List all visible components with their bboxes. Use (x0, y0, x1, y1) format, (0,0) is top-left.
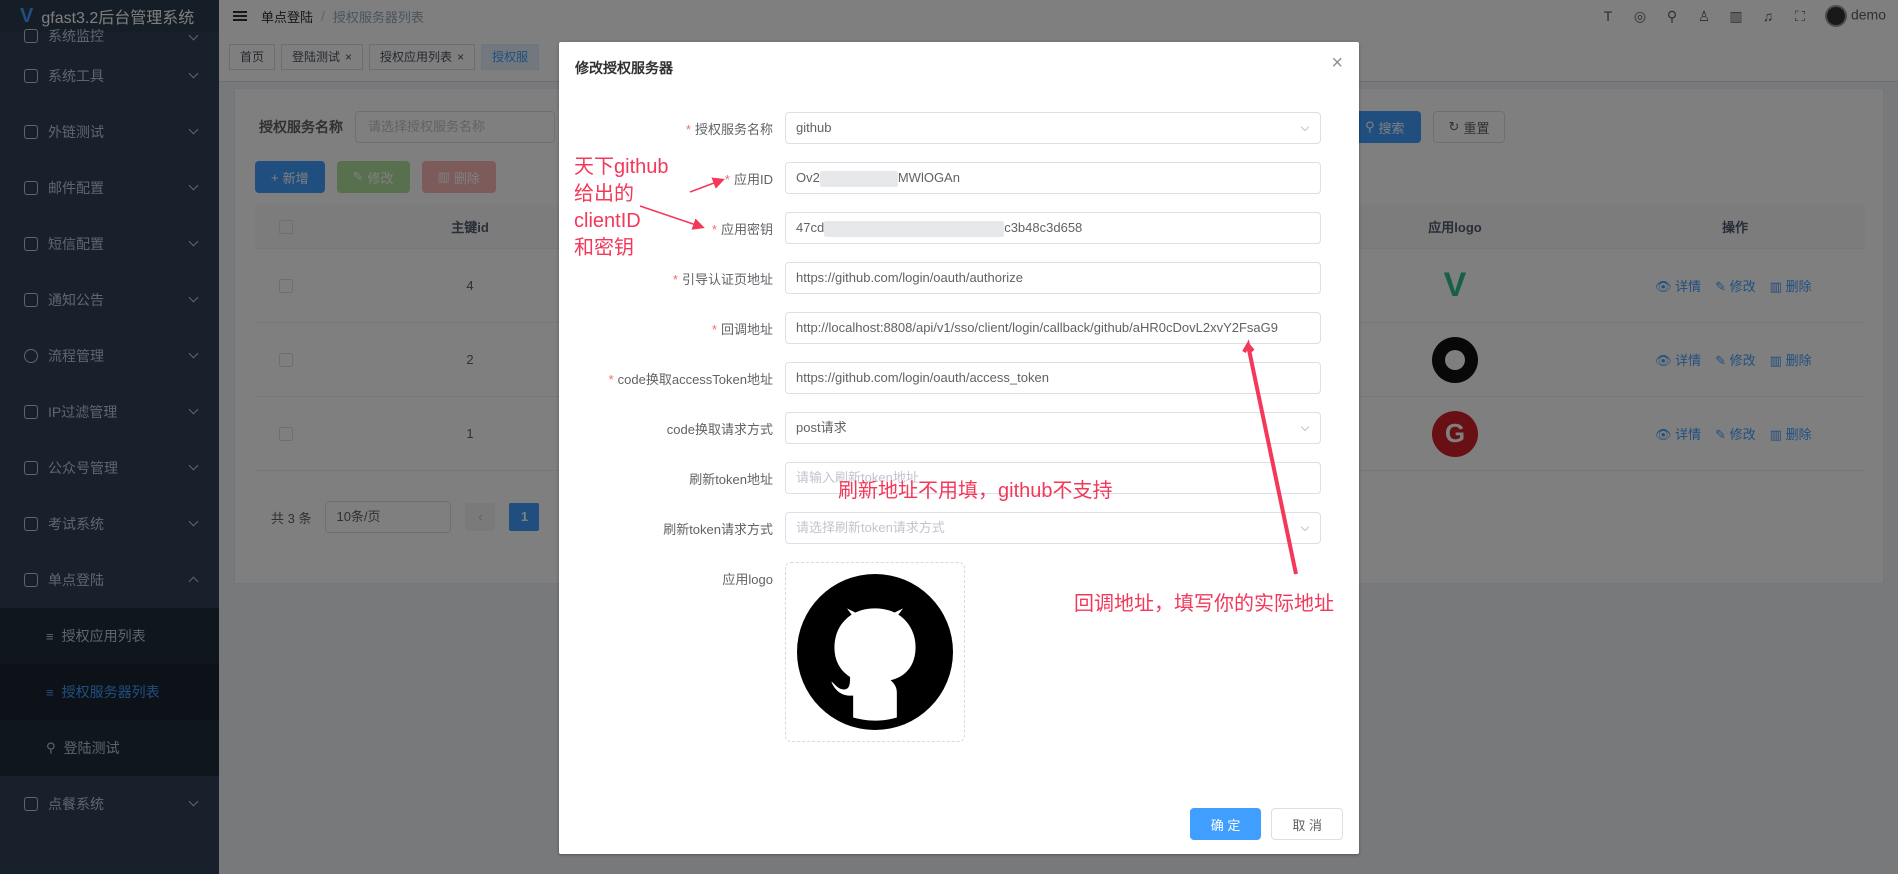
annotation-arrows (639, 177, 1298, 575)
arrow-to-callback (1242, 339, 1298, 575)
arrow-to-app-id (689, 177, 725, 193)
arrow-to-app-secret (639, 205, 705, 230)
